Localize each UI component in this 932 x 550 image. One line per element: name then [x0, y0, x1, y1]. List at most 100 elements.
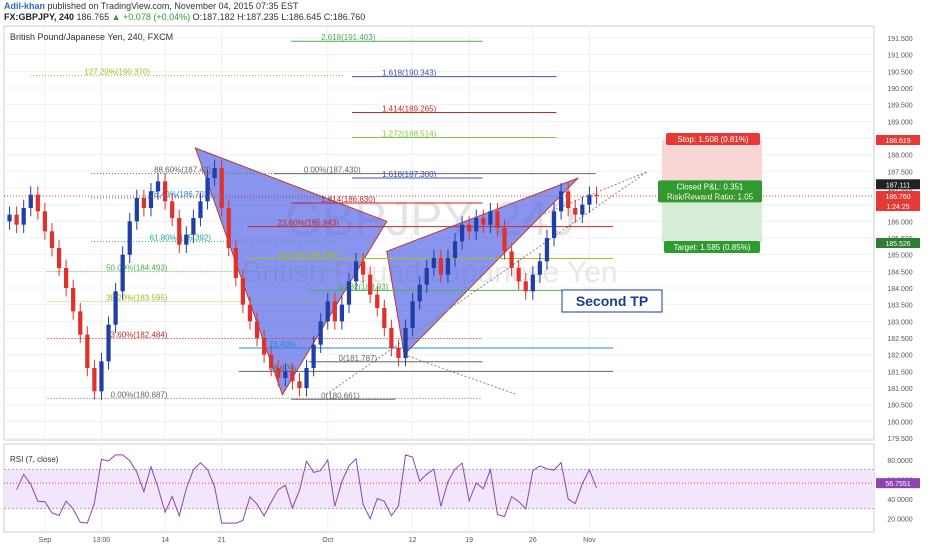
y-tick-label: 182.500: [887, 336, 912, 343]
candle-body: [35, 194, 40, 212]
candle-body: [311, 344, 316, 368]
candle-body: [106, 324, 111, 362]
candle-body: [431, 258, 436, 268]
fib-label: 2.618(191.403): [321, 33, 376, 42]
candle-body: [424, 268, 429, 285]
candle-body: [551, 211, 557, 238]
candle-body: [269, 354, 274, 368]
candle-body: [7, 214, 12, 222]
candle-body: [389, 328, 394, 348]
rsi-tick-label: 80.0000: [887, 458, 912, 465]
candle-body: [346, 281, 352, 305]
candle-body: [99, 361, 104, 392]
x-tick-label: 13:00: [93, 537, 111, 544]
x-tick-label: 14: [161, 537, 169, 544]
candle-body: [410, 301, 415, 328]
candle-body: [481, 218, 486, 225]
x-tick-label: 12: [409, 537, 417, 544]
rsi-tick-label: 20.0000: [887, 516, 912, 523]
candle-body: [573, 208, 578, 215]
candle-body: [467, 224, 472, 232]
candle-body: [261, 338, 267, 355]
fib-label: 1.618(190.343): [382, 69, 437, 78]
candle-body: [21, 208, 26, 225]
candle-body: [177, 218, 182, 245]
candle-body: [516, 268, 521, 282]
y-tick-label: 183.500: [887, 303, 912, 310]
fib-label: 127.20%(190.370): [84, 68, 150, 77]
y-tick-label: 189.500: [887, 103, 912, 110]
candle-body: [170, 201, 175, 218]
candle-body: [63, 268, 69, 288]
annotation-second-tp[interactable]: Second TP: [561, 289, 663, 313]
candle-body: [191, 218, 196, 235]
fib-label: 88.60%(187.43): [154, 166, 211, 175]
candle-body: [226, 208, 231, 248]
candle-body: [375, 294, 380, 308]
candle-body: [283, 371, 288, 378]
y-tick-label: 190.500: [887, 69, 912, 76]
candle-body: [240, 278, 246, 305]
candle-body: [49, 231, 55, 248]
y-tick-label: 191.000: [887, 53, 912, 60]
candle-body: [332, 301, 337, 322]
candle-body: [488, 211, 493, 225]
candle-body: [530, 274, 535, 292]
candle-body: [474, 218, 479, 232]
candle-body: [127, 221, 132, 255]
candle-body: [396, 348, 401, 358]
price-chart[interactable]: GBPJPY, 240 British Pound/Japanese Yen B…: [0, 0, 932, 550]
price-tag-label: 185.526: [885, 241, 910, 248]
time-axis[interactable]: Sep 13:00 14 21 Oct 12 19 26 Nov: [39, 537, 596, 544]
y-tick-label: 189.000: [887, 119, 912, 126]
candle-body: [276, 368, 281, 378]
candle-body: [368, 274, 373, 295]
y-tick-label: 180.500: [887, 403, 912, 410]
x-tick-label: Sep: [39, 537, 52, 544]
y-tick-label: 191.500: [887, 36, 912, 43]
candle-body: [580, 204, 585, 215]
candle-body: [403, 328, 408, 358]
rr-label: Risk/Reward Ratio: 1.05: [667, 192, 754, 201]
position-tool[interactable]: Stop: 1.508 (0.81%) Closed P&L: 0.351Risk…: [658, 133, 762, 253]
candle-body: [353, 261, 359, 282]
y-tick-label: 182.000: [887, 353, 912, 360]
rsi-label: RSI (7, close): [10, 455, 59, 464]
price-tag-label: 1:24:25: [886, 204, 909, 211]
fib-label: 50.00%(184.493): [106, 264, 168, 273]
candle-body: [198, 201, 203, 218]
candle-body: [14, 214, 19, 225]
y-tick-label: 188.000: [887, 153, 912, 160]
price-tag-label: 188.619: [885, 138, 910, 145]
x-tick-label: Oct: [322, 537, 333, 544]
candle-body: [184, 234, 189, 245]
rsi-band: [4, 469, 874, 509]
x-tick-label: 26: [529, 537, 537, 544]
candle-body: [233, 248, 238, 278]
chart-window: { "header": { "author": "Adil-khan", "pu…: [0, 0, 932, 550]
candle-body: [417, 284, 422, 302]
candle-body: [438, 258, 444, 275]
candle-body: [290, 371, 295, 382]
candle-body: [445, 258, 451, 275]
stop-label: Stop: 1.508 (0.81%): [677, 135, 748, 144]
rsi-tick-label: 40.0000: [887, 497, 912, 504]
x-tick-label: Nov: [583, 537, 596, 544]
candle-body: [509, 251, 514, 268]
candle-body: [120, 254, 125, 292]
candle-body: [92, 368, 97, 392]
pnl-label: Closed P&L: 0.351: [677, 182, 744, 191]
fib-label: 23.60%(185.843): [278, 219, 340, 228]
y-tick-label: 179.500: [887, 436, 912, 443]
candle-body: [325, 301, 330, 322]
candle-body: [459, 224, 465, 242]
candle-body: [78, 311, 83, 335]
y-tick-label: 183.000: [887, 319, 912, 326]
y-tick-label: 187.500: [887, 169, 912, 176]
candle-body: [360, 261, 366, 275]
fib-label: 1.272(188.514): [382, 130, 437, 139]
y-tick-label: 185.000: [887, 253, 912, 260]
candle-body: [56, 248, 62, 268]
candle-body: [502, 228, 507, 252]
candle-body: [304, 368, 309, 388]
